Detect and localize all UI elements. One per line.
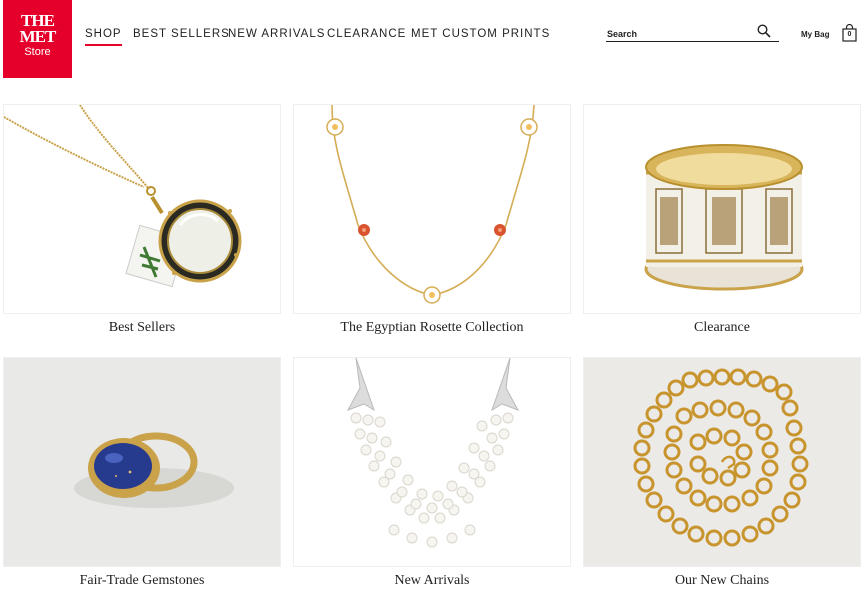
my-bag-label[interactable]: My Bag: [801, 30, 829, 39]
nav-clearance[interactable]: CLEARANCE: [327, 27, 406, 41]
tile-egyptian-rosette-collection[interactable]: The Egyptian Rosette Collection: [293, 104, 571, 344]
enamel-bangle-image: [583, 104, 861, 314]
tile-caption: Clearance: [694, 320, 750, 335]
gold-chain-image: [583, 357, 861, 567]
tile-best-sellers[interactable]: Best Sellers: [3, 104, 281, 344]
tile-caption: Best Sellers: [108, 320, 176, 335]
logo-line-3: Store: [24, 46, 51, 58]
nav-met-custom-prints[interactable]: MET CUSTOM PRINTS: [411, 27, 550, 41]
tile-caption: Our New Chains: [674, 573, 770, 588]
nav-new-arrivals[interactable]: NEW ARRIVALS: [228, 27, 325, 41]
tile-our-new-chains[interactable]: Our New Chains: [583, 357, 861, 594]
pearl-necklace-image: [293, 357, 571, 567]
logo-line-2: MET: [19, 27, 57, 46]
tile-new-arrivals[interactable]: New Arrivals: [293, 357, 571, 594]
nav-shop[interactable]: SHOP: [85, 27, 122, 46]
bag-count: 0: [847, 31, 852, 38]
rosette-necklace-image: [293, 104, 571, 314]
tile-caption: Fair-Trade Gemstones: [79, 573, 205, 588]
lapis-ring-image: [3, 357, 281, 567]
search-input[interactable]: [607, 28, 747, 40]
nav-best-sellers[interactable]: BEST SELLERS: [133, 27, 230, 41]
magnifier-pendant-image: [3, 104, 281, 314]
tile-fair-trade-gemstones[interactable]: Fair-Trade Gemstones: [3, 357, 281, 594]
tile-clearance[interactable]: Clearance: [583, 104, 861, 344]
tile-caption: The Egyptian Rosette Collection: [340, 320, 524, 335]
site-header: THE MET Store SHOP BEST SELLERS NEW ARRI…: [0, 0, 865, 78]
met-store-logo[interactable]: THE MET Store: [3, 0, 72, 78]
search-bar: [606, 24, 779, 42]
search-icon[interactable]: [757, 24, 771, 38]
tile-caption: New Arrivals: [394, 573, 470, 588]
